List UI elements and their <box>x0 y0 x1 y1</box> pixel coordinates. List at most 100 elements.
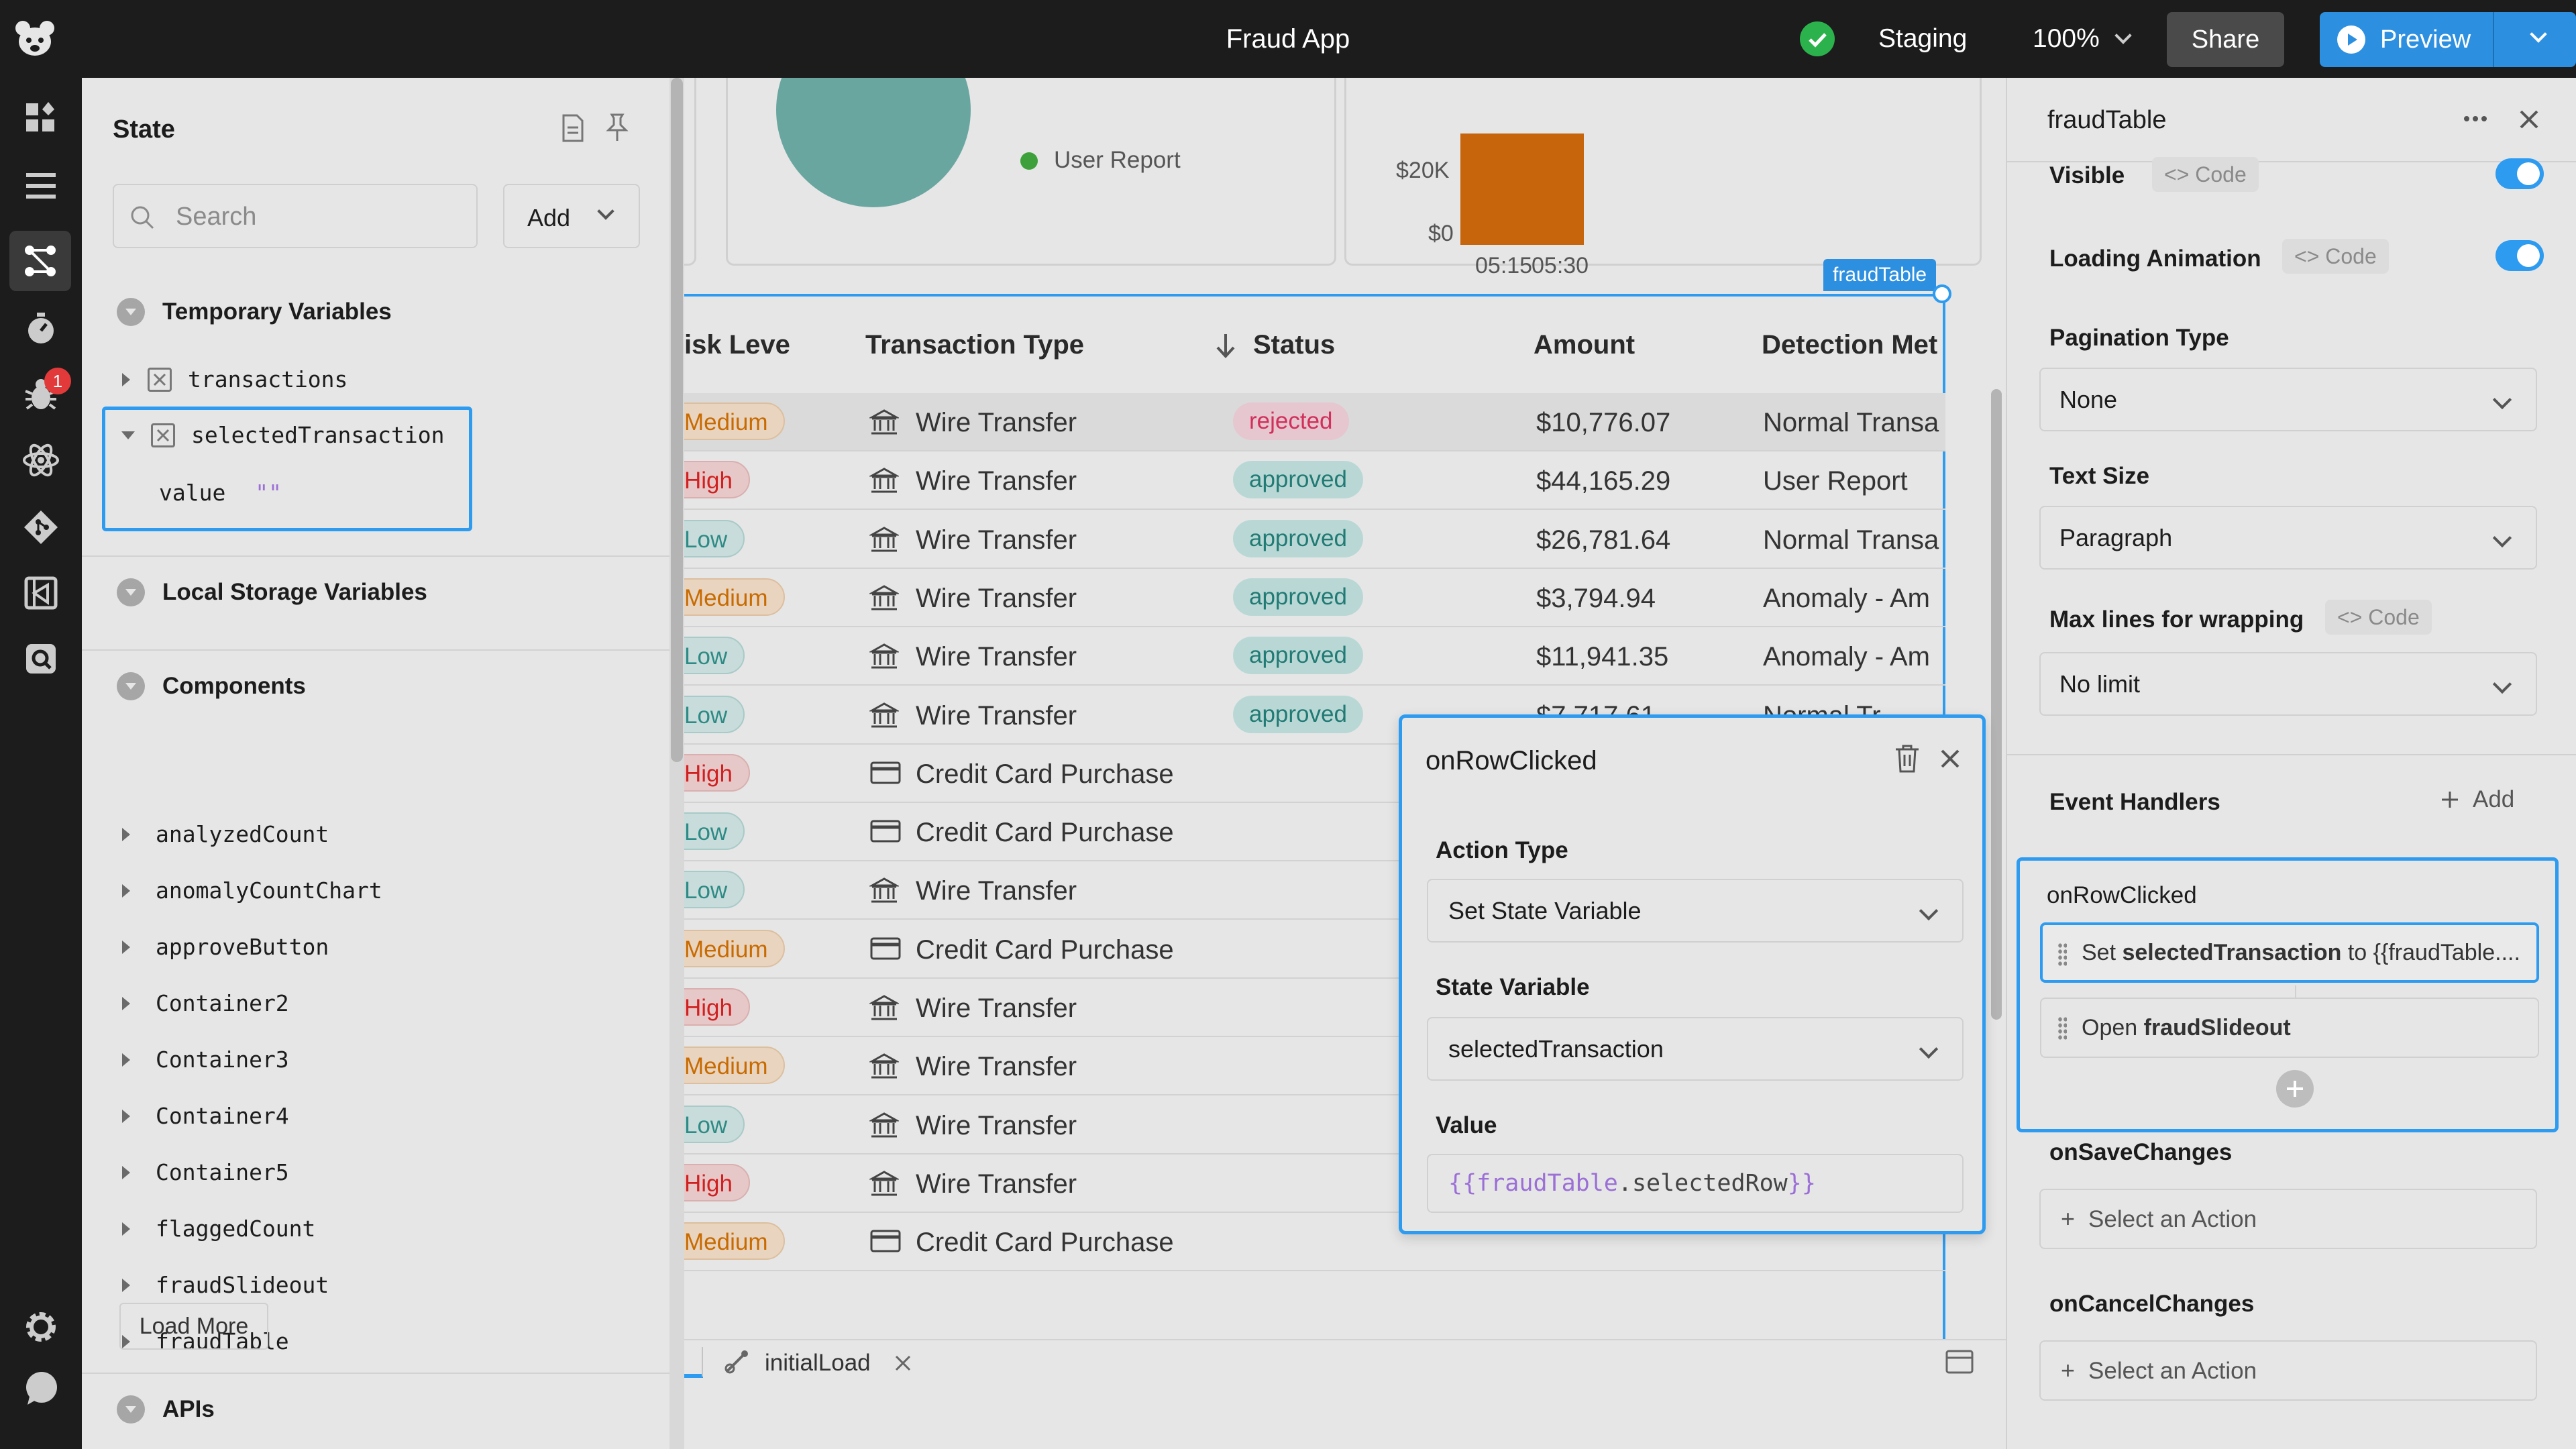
panel-toggle-icon[interactable] <box>1945 1350 1974 1374</box>
status-badge: approved <box>1233 519 1363 557</box>
table-row[interactable]: Low Wire Transfer approved $26,781.64 Normal… <box>684 511 1945 569</box>
tree-item-component[interactable]: analyzedCount <box>122 821 329 847</box>
local-storage-header[interactable]: Local Storage Variables <box>117 578 427 606</box>
select-action-cancel[interactable]: + Select an Action <box>2039 1340 2537 1401</box>
list-icon[interactable] <box>21 166 61 207</box>
environment-label[interactable]: Staging <box>1878 24 1967 54</box>
column-header-risk[interactable]: isk Leve <box>684 330 790 360</box>
tree-item-component[interactable]: fraudSlideout <box>122 1272 329 1298</box>
share-button[interactable]: Share <box>2167 12 2284 67</box>
component-tag[interactable]: fraudTable <box>1823 259 1937 291</box>
column-header-type[interactable]: Transaction Type <box>865 330 1084 360</box>
amount-cell: $26,781.64 <box>1536 525 1671 555</box>
chevron-down-icon <box>1919 1039 1939 1059</box>
tree-item-component[interactable]: Container5 <box>122 1159 289 1185</box>
tree-item-component[interactable]: approveButton <box>122 934 329 960</box>
bar-chart-card[interactable]: $20K $0 05:15 05:30 <box>1344 78 1982 278</box>
tree-item-component[interactable]: flaggedCount <box>122 1216 315 1242</box>
column-header-status[interactable]: Status <box>1253 330 1335 360</box>
action-target: fraudSlideout <box>2143 1015 2291 1040</box>
state-panel-scrollbar[interactable] <box>669 78 684 1449</box>
select-action-save[interactable]: + Select an Action <box>2039 1189 2537 1249</box>
selected-variable-box[interactable]: selectedTransaction value "" <box>102 407 472 531</box>
handler-onsavechanges[interactable]: onSaveChanges <box>2049 1139 2232 1166</box>
drag-handle-icon[interactable] <box>2057 943 2067 967</box>
handler-action-set-state[interactable]: Set selectedTransaction to {{fraudTable.… <box>2040 922 2539 983</box>
max-lines-select[interactable]: No limit <box>2039 652 2537 716</box>
code-toggle-max-lines[interactable]: <> Code <box>2325 600 2432 635</box>
trash-icon[interactable] <box>1893 743 1921 774</box>
column-header-method[interactable]: Detection Met <box>1762 330 1937 360</box>
pin-icon[interactable] <box>605 113 629 142</box>
drag-handle-icon[interactable] <box>2057 1016 2067 1040</box>
tree-item-component[interactable]: anomalyCountChart <box>122 877 382 904</box>
handler-onrowclicked[interactable]: onRowClicked Set selectedTransaction to … <box>2017 857 2559 1132</box>
state-variable-select[interactable]: selectedTransaction <box>1427 1017 1964 1081</box>
search-placeholder: Search <box>176 203 257 231</box>
tree-item-component[interactable]: Container4 <box>122 1103 289 1129</box>
tree-item-component[interactable]: Container3 <box>122 1046 289 1073</box>
sort-descending-icon[interactable] <box>1214 331 1237 360</box>
settings-icon[interactable] <box>21 1307 61 1347</box>
variable-x-icon <box>151 423 175 447</box>
tree-item-label: transactions <box>188 366 348 392</box>
table-row[interactable]: High Wire Transfer approved $44,165.29 User … <box>684 451 1945 511</box>
column-header-amount[interactable]: Amount <box>1534 330 1635 360</box>
status-badge: approved <box>1233 695 1363 733</box>
state-panel: State Search Add Temporary Variables tra… <box>82 78 669 1449</box>
canvas-scrollbar[interactable] <box>1991 389 2002 1020</box>
document-icon[interactable] <box>561 114 585 142</box>
table-row[interactable]: Medium Wire Transfer rejected $10,776.07 Nor… <box>684 393 1945 451</box>
event-handler-popover[interactable]: onRowClicked Action Type Set State Varia… <box>1399 714 1986 1234</box>
code-library-icon[interactable] <box>21 573 61 613</box>
add-dropdown-button[interactable]: Add <box>503 184 640 248</box>
handler-action-open-slideout[interactable]: Open fraudSlideout <box>2040 998 2539 1058</box>
action-summary: Set selectedTransaction to {{fraudTable.… <box>2082 940 2520 966</box>
loading-animation-toggle[interactable] <box>2496 240 2544 271</box>
divider <box>702 1347 703 1377</box>
close-icon[interactable] <box>1939 747 1962 770</box>
inspector-title[interactable]: fraudTable <box>2047 106 2166 135</box>
close-icon[interactable] <box>2518 109 2540 130</box>
action-type-select[interactable]: Set State Variable <box>1427 879 1964 943</box>
tree-item-selectedtransaction[interactable]: selectedTransaction <box>121 422 445 448</box>
tree-item-transactions[interactable]: transactions <box>122 366 347 392</box>
pie-chart-card[interactable]: User Report <box>726 78 1336 266</box>
chat-icon[interactable] <box>21 1368 61 1409</box>
components-header[interactable]: Components <box>117 672 306 700</box>
state-graph-icon <box>20 241 60 281</box>
tree-item-component[interactable]: Container2 <box>122 990 289 1016</box>
risk-badge: Low <box>684 1105 745 1143</box>
temp-vars-header[interactable]: Temporary Variables <box>117 298 392 326</box>
code-toggle-loading[interactable]: <> Code <box>2282 239 2389 274</box>
pagination-select[interactable]: None <box>2039 368 2537 431</box>
close-tab-icon[interactable] <box>894 1354 912 1373</box>
state-nav-active[interactable] <box>9 231 71 291</box>
preview-menu-chevron-icon[interactable] <box>2509 0 2576 78</box>
atom-icon[interactable] <box>21 440 61 480</box>
action-variable: selectedTransaction <box>2122 940 2342 965</box>
bottom-tab-initialload[interactable]: initialLoad <box>765 1350 871 1377</box>
apis-header[interactable]: APIs <box>117 1395 215 1424</box>
table-row[interactable]: Medium Wire Transfer approved $3,794.94 Anom… <box>684 569 1945 627</box>
load-more-button[interactable]: Load More <box>119 1303 268 1350</box>
zoom-dropdown[interactable]: 100% <box>2033 24 2132 54</box>
more-options-icon[interactable] <box>2463 115 2487 122</box>
visible-toggle[interactable] <box>2496 158 2544 189</box>
search-box-icon[interactable] <box>21 639 61 679</box>
bar[interactable] <box>1460 133 1584 245</box>
handler-oncancelchanges[interactable]: onCancelChanges <box>2049 1291 2254 1318</box>
timer-icon[interactable] <box>21 309 61 349</box>
text-size-select[interactable]: Paragraph <box>2039 506 2537 570</box>
resize-handle[interactable] <box>1933 284 1951 303</box>
add-action-icon[interactable] <box>2276 1070 2314 1108</box>
add-event-handler-button[interactable]: Add <box>2439 786 2514 813</box>
git-icon[interactable] <box>21 507 61 547</box>
code-toggle-visible[interactable]: <> Code <box>2152 157 2259 192</box>
table-row[interactable]: Low Wire Transfer approved $11,941.35 Anomal… <box>684 627 1945 686</box>
search-input[interactable]: Search <box>113 184 478 248</box>
components-icon[interactable] <box>21 98 61 138</box>
code-icon: <> <box>2164 162 2190 186</box>
transaction-type: Wire Transfer <box>916 876 1077 906</box>
value-input[interactable]: {{fraudTable.selectedRow}} <box>1427 1154 1964 1213</box>
